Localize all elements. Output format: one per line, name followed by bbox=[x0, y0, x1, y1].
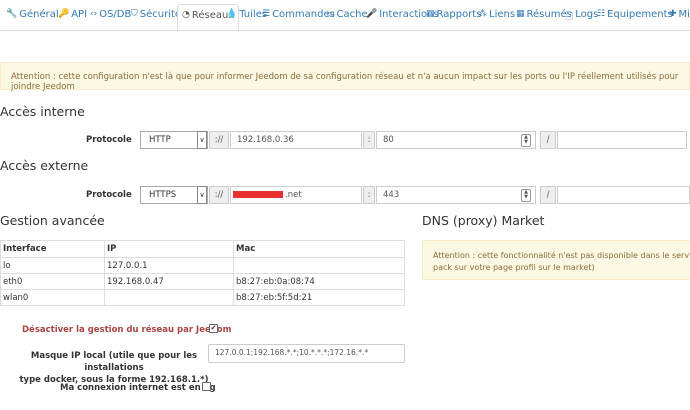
tab-cache[interactable]: ▭ Cache bbox=[326, 6, 368, 30]
tab-resumes[interactable]: ▦ Résumés bbox=[516, 6, 572, 30]
internal-port-sep: : bbox=[363, 131, 375, 149]
4g-connection-checkbox[interactable] bbox=[202, 382, 211, 391]
internal-port-input[interactable]: 80 ▲ ▼ bbox=[376, 131, 536, 149]
tab-general[interactable]: 🔧 Général bbox=[6, 6, 59, 30]
chevron-down-icon: ∨ bbox=[197, 131, 207, 149]
table-row: eth0 192.168.0.47 b8:27:eb:0a:08:74 bbox=[0, 273, 405, 290]
tasks-icon: ☷ bbox=[597, 9, 606, 19]
sitemap-icon: ⁂ bbox=[478, 9, 487, 19]
tab-os-db[interactable]: ‹› OS/DB bbox=[90, 6, 131, 30]
tab-tuiles[interactable]: 💧 Tuiles bbox=[226, 6, 267, 30]
hdd-icon: ▭ bbox=[326, 9, 335, 19]
tab-more[interactable]: ✚Mis bbox=[669, 6, 690, 30]
settings-tabs: 🔧 Général 🔑 API ‹› OS/DB ⛉ Sécurité ◔ Réseaux… bbox=[0, 0, 690, 31]
dns-market-title: DNS (proxy) Market bbox=[422, 213, 545, 228]
file-icon: 🗋 bbox=[566, 12, 574, 22]
table-header-row: Interface IP Mac bbox=[0, 240, 405, 258]
external-protocol-label: Protocole bbox=[86, 190, 132, 200]
ip-mask-label: Masque IP local (utile que pour les inst… bbox=[19, 351, 209, 385]
network-info-alert: Attention : cette configuration n'est là… bbox=[0, 62, 690, 92]
chevron-down-icon: ∨ bbox=[197, 186, 207, 204]
external-access-title: Accès externe bbox=[0, 158, 89, 173]
list-icon: ☰ bbox=[262, 9, 271, 19]
4g-connection-label: Ma connexion internet est en 4g bbox=[60, 383, 216, 393]
internal-path-sep: / bbox=[540, 131, 556, 149]
internal-protocol-select[interactable]: HTTP ∨ bbox=[140, 131, 208, 149]
tab-securite[interactable]: ⛉ Sécurité bbox=[131, 6, 181, 30]
internal-protocol-label: Protocole bbox=[86, 135, 132, 145]
tab-api[interactable]: 🔑 API bbox=[58, 6, 87, 30]
table-row: wlan0 b8:27:eb:5f:5d:21 bbox=[0, 289, 405, 306]
col-interface: Interface bbox=[0, 240, 105, 258]
newspaper-icon: ▤ bbox=[426, 9, 435, 19]
col-ip: IP bbox=[104, 240, 234, 258]
mic-icon: 🎤 bbox=[366, 9, 378, 19]
internal-host-input[interactable]: 192.168.0.36 bbox=[230, 131, 362, 149]
spinner-icon[interactable]: ▲ ▼ bbox=[521, 134, 531, 147]
external-port-input[interactable]: 443 ▲ ▼ bbox=[376, 186, 536, 204]
tab-commandes[interactable]: ☰ Commandes bbox=[262, 6, 335, 30]
rss-icon: ◔ bbox=[182, 10, 190, 20]
drop-icon: 💧 bbox=[226, 9, 238, 19]
internal-path-input[interactable] bbox=[557, 131, 687, 149]
code-icon: ‹› bbox=[90, 9, 98, 19]
external-scheme-sep: :// bbox=[209, 186, 229, 204]
col-mac: Mac bbox=[233, 240, 405, 258]
ip-mask-input[interactable]: 127.0.0.1;192.168.*.*;10.*.*.*;172.16.*.… bbox=[208, 344, 405, 363]
key-icon: 🔑 bbox=[58, 9, 70, 19]
tab-rapports[interactable]: ▤ Rapports bbox=[426, 6, 481, 30]
internal-scheme-sep: :// bbox=[209, 131, 229, 149]
external-path-input[interactable] bbox=[557, 186, 690, 204]
redacted-hostname bbox=[233, 191, 283, 198]
wrench-icon: 🔧 bbox=[6, 9, 18, 19]
shield-icon: ⛉ bbox=[131, 9, 138, 19]
tab-liens[interactable]: ⁂ Liens bbox=[478, 6, 515, 30]
disable-network-label: Désactiver la gestion du réseau par Jeed… bbox=[22, 325, 232, 335]
tab-equipements[interactable]: ☷ Equipements bbox=[597, 6, 673, 30]
external-protocol-select[interactable]: HTTPS ∨ bbox=[140, 186, 208, 204]
internal-access-title: Accès interne bbox=[0, 104, 85, 119]
dns-unavailable-alert: Attention : cette fonctionnalité n'est p… bbox=[422, 240, 690, 280]
spinner-icon[interactable]: ▲ ▼ bbox=[521, 189, 531, 202]
table-row: lo 127.0.0.1 bbox=[0, 257, 405, 274]
table-icon: ▦ bbox=[516, 9, 525, 19]
tab-logs[interactable]: 🗋 Logs bbox=[566, 6, 598, 30]
puzzle-icon: ✚ bbox=[669, 9, 677, 19]
disable-network-checkbox[interactable]: ✔ bbox=[209, 324, 218, 333]
network-interfaces-table: Interface IP Mac lo 127.0.0.1 eth0 192.1… bbox=[0, 240, 405, 306]
external-path-sep: / bbox=[540, 186, 556, 204]
external-port-sep: : bbox=[363, 186, 375, 204]
advanced-title: Gestion avancée bbox=[0, 213, 105, 228]
